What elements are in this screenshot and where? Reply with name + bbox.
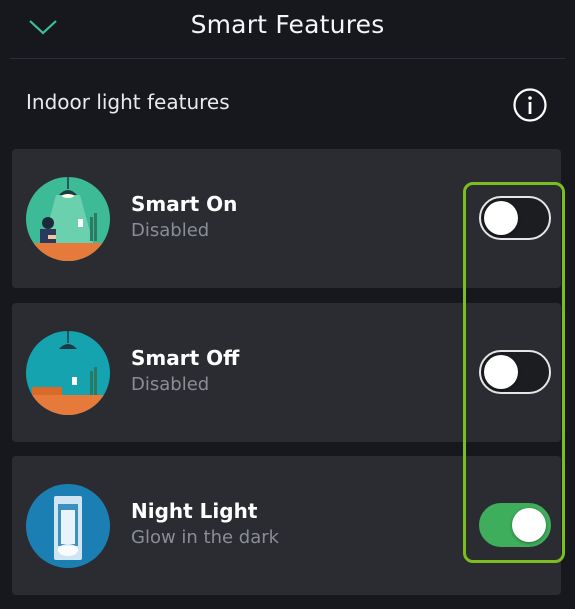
night-light-illustration xyxy=(26,484,110,568)
feature-name: Smart Off xyxy=(131,346,240,370)
page-title: Smart Features xyxy=(190,10,385,39)
feature-name: Smart On xyxy=(131,192,238,216)
header-bar: Smart Features xyxy=(0,0,575,58)
smart-on-illustration xyxy=(26,177,110,261)
toggle-highlight-box xyxy=(463,182,565,563)
feature-status: Disabled xyxy=(131,374,210,395)
section-title: Indoor light features xyxy=(26,90,230,114)
feature-status: Glow in the dark xyxy=(131,527,280,548)
feature-name: Night Light xyxy=(131,499,258,523)
info-icon[interactable] xyxy=(512,87,548,123)
smart-off-illustration xyxy=(26,331,110,415)
header-divider xyxy=(10,58,565,59)
feature-status: Disabled xyxy=(131,220,210,241)
